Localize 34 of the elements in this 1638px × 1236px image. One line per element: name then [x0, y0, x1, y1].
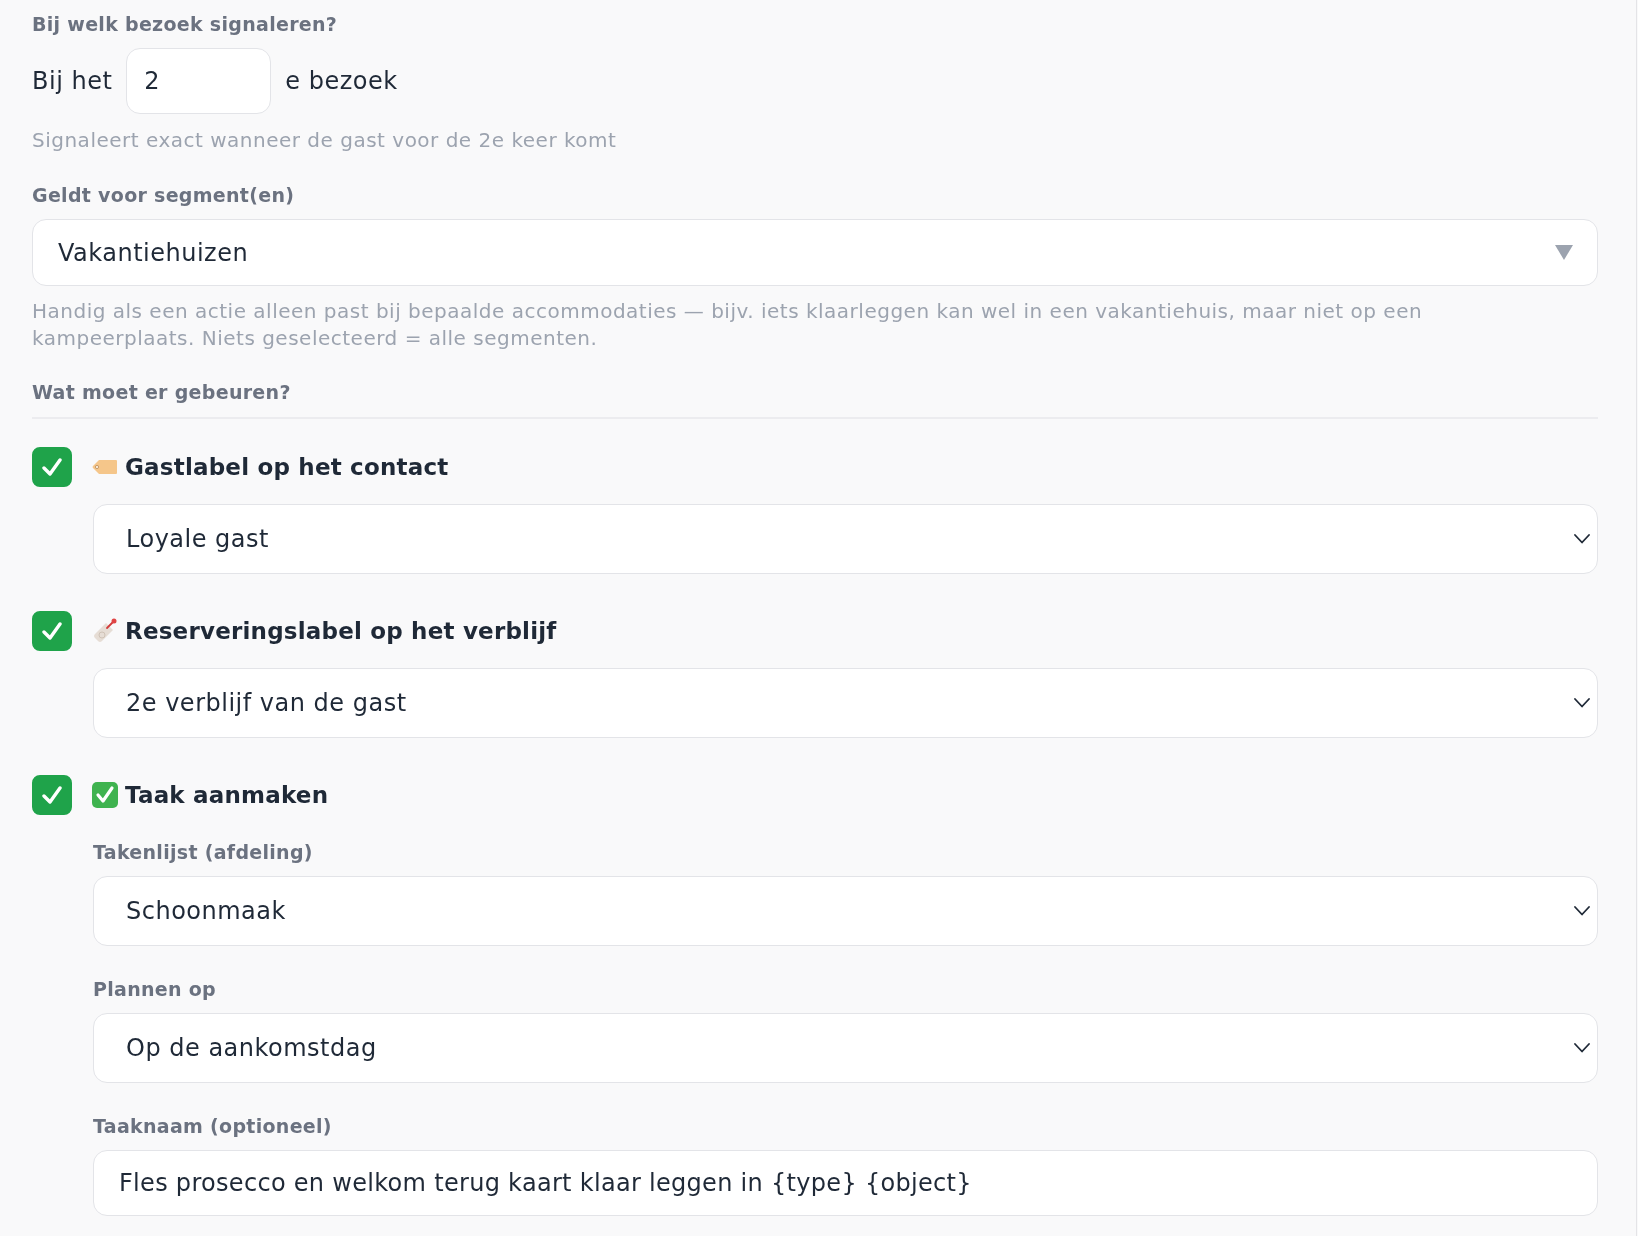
section-label: Wat moet er gebeuren? [32, 381, 292, 403]
checkmark-icon [42, 786, 62, 804]
text-input[interactable]: Fles prosecco en welkom terug kaart klaar leggen in {type} {object} [93, 1150, 1598, 1216]
tag-icon [92, 459, 118, 475]
action-title: Taak aanmaken [125, 782, 329, 808]
checkmark-icon [42, 458, 62, 476]
pinned-tag-icon [92, 618, 118, 644]
number-input[interactable]: 2 [126, 48, 272, 114]
checkbox[interactable] [32, 611, 72, 651]
action-title: Gastlabel op het contact [125, 454, 449, 480]
visit-prefix: Bij het [32, 67, 113, 95]
dropdown[interactable]: 2e verblijf van de gast [93, 668, 1598, 738]
chevron-down-icon [1574, 906, 1590, 916]
chevron-down-icon [1574, 1043, 1590, 1053]
field-label: Bij welk bezoek signaleren? [32, 13, 339, 35]
dropdown[interactable]: Schoonmaak [93, 876, 1598, 946]
hint-text: Signaleert exact wanneer de gast voor de 2e keer komt [32, 129, 618, 151]
chevron-down-icon [1574, 534, 1590, 544]
action-title: Reserveringslabel op het verblijf [125, 618, 557, 644]
checkbox[interactable] [32, 447, 72, 487]
check-square-icon [92, 782, 118, 808]
field-label: Plannen op [93, 978, 217, 1000]
checkmark-icon [42, 622, 62, 640]
checkbox[interactable] [32, 775, 72, 815]
segment-dropdown[interactable]: Vakantiehuizen [32, 219, 1598, 286]
field-label: Takenlijst (afdeling) [93, 841, 314, 863]
field-label: Taaknaam (optioneel) [93, 1115, 333, 1137]
dropdown-arrow-icon [1555, 245, 1573, 260]
dropdown[interactable]: Op de aankomstdag [93, 1013, 1598, 1083]
dropdown[interactable]: Loyale gast [93, 504, 1598, 574]
help-text: Handig als een actie alleen past bij bepaalde accommodaties — bijv. iets klaarleggen kan wel in een vakantiehuis, maar niet op een kampeerplaats. Niets geselecteerd = alle segmenten. [32, 298, 1424, 352]
visit-suffix: e bezoek [285, 67, 398, 95]
chevron-down-icon [1574, 698, 1590, 708]
field-label: Geldt voor segment(en) [32, 184, 296, 206]
